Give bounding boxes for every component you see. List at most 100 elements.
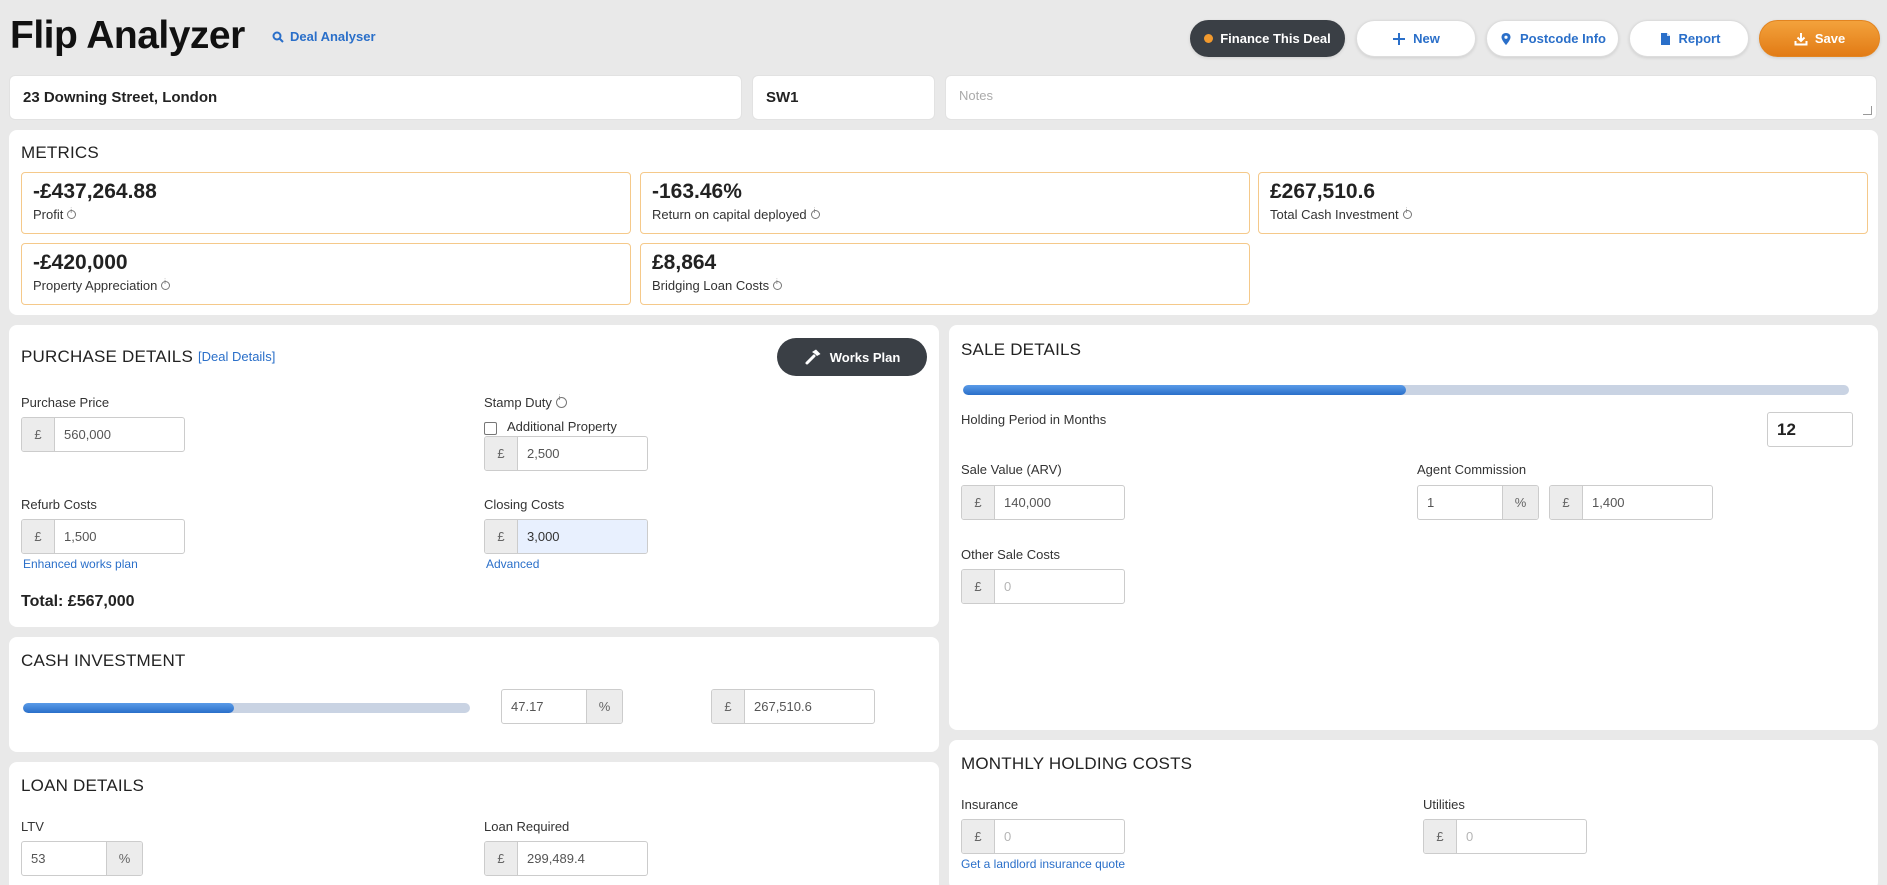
- postcode-field[interactable]: SW1: [752, 75, 935, 120]
- agent-commission-amount-input[interactable]: £ 1,400: [1549, 485, 1713, 520]
- deal-details-link[interactable]: [Deal Details]: [198, 349, 275, 364]
- address-field[interactable]: 23 Downing Street, London: [9, 75, 742, 120]
- landlord-insurance-quote-link[interactable]: Get a landlord insurance quote: [961, 857, 1125, 871]
- currency-prefix: £: [22, 418, 55, 451]
- currency-prefix: £: [1550, 486, 1583, 519]
- stamp-duty-input[interactable]: £ 2,500: [484, 436, 648, 471]
- refurb-costs-input[interactable]: £ 1,500: [21, 519, 185, 554]
- holding-period-slider[interactable]: [963, 385, 1849, 395]
- loan-details-panel: LOAN DETAILS LTV 53 % Loan Required £ 29…: [9, 762, 939, 885]
- metric-roce: -163.46% Return on capital deployed: [640, 172, 1250, 234]
- info-icon[interactable]: [161, 279, 171, 290]
- metrics-title: METRICS: [21, 143, 99, 162]
- info-icon[interactable]: [773, 279, 783, 290]
- finance-deal-button[interactable]: Finance This Deal: [1190, 20, 1345, 57]
- sale-details-panel: SALE DETAILS Holding Period in Months 12…: [949, 325, 1878, 730]
- purchase-price-input[interactable]: £ 560,000: [21, 417, 185, 452]
- metric-bridging-label: Bridging Loan Costs: [652, 278, 770, 293]
- currency-prefix: £: [962, 570, 995, 603]
- metric-total-cash-label: Total Cash Investment: [1270, 207, 1399, 222]
- cash-investment-amount-value: 267,510.6: [754, 699, 812, 714]
- utilities-input[interactable]: £ 0: [1423, 819, 1587, 854]
- cash-investment-slider[interactable]: [23, 703, 470, 713]
- finance-deal-label: Finance This Deal: [1220, 31, 1331, 46]
- sale-value-input[interactable]: £ 140,000: [961, 485, 1125, 520]
- metric-bridging-value: £8,864: [652, 251, 717, 274]
- insurance-placeholder: 0: [1004, 829, 1012, 844]
- ltv-input[interactable]: 53 %: [21, 841, 143, 876]
- info-icon[interactable]: [67, 208, 77, 219]
- info-icon[interactable]: [1402, 208, 1412, 219]
- metric-appreciation: -£420,000 Property Appreciation: [21, 243, 631, 305]
- insurance-input[interactable]: £ 0: [961, 819, 1125, 854]
- closing-costs-value: 3,000: [518, 520, 647, 553]
- cash-investment-percent-input[interactable]: 47.17 %: [501, 689, 623, 724]
- other-sale-costs-input[interactable]: £ 0: [961, 569, 1125, 604]
- currency-prefix: £: [712, 690, 745, 723]
- stamp-duty-label-row: Stamp Duty: [484, 395, 567, 410]
- stamp-duty-value: 2,500: [527, 446, 560, 461]
- new-button[interactable]: New: [1356, 20, 1476, 57]
- notes-textarea[interactable]: Notes: [945, 75, 1877, 120]
- refurb-costs-value: 1,500: [64, 529, 97, 544]
- metric-total-cash-value: £267,510.6: [1270, 180, 1376, 203]
- works-plan-button[interactable]: Works Plan: [777, 338, 927, 376]
- advanced-link[interactable]: Advanced: [486, 557, 539, 571]
- closing-costs-label: Closing Costs: [484, 497, 565, 512]
- percent-suffix: %: [586, 690, 622, 723]
- save-button[interactable]: Save: [1759, 20, 1880, 57]
- holding-period-input[interactable]: 12: [1767, 412, 1853, 447]
- resize-grip-icon[interactable]: [1863, 106, 1872, 115]
- holding-period-value: 12: [1777, 419, 1796, 439]
- metric-roce-label: Return on capital deployed: [652, 207, 807, 222]
- cash-investment-slider-fill: [23, 703, 234, 713]
- other-sale-costs-placeholder: 0: [1004, 579, 1012, 594]
- additional-property-label: Additional Property: [507, 419, 617, 434]
- metrics-panel: METRICS -£437,264.88 Profit -163.46% Ret…: [9, 130, 1878, 315]
- ltv-label: LTV: [21, 819, 44, 834]
- agent-commission-percent-value: 1: [1427, 495, 1435, 510]
- other-sale-costs-label: Other Sale Costs: [961, 547, 1060, 562]
- cash-investment-amount-input[interactable]: £ 267,510.6: [711, 689, 875, 724]
- metric-profit-label: Profit: [33, 207, 64, 222]
- refurb-costs-label: Refurb Costs: [21, 497, 97, 512]
- currency-prefix: £: [485, 842, 518, 875]
- download-icon: [1794, 32, 1808, 45]
- postcode-info-button[interactable]: Postcode Info: [1486, 20, 1619, 57]
- address-value: 23 Downing Street, London: [23, 89, 218, 106]
- hammer-icon: [805, 349, 821, 365]
- purchase-price-value: 560,000: [64, 427, 111, 442]
- metric-profit: -£437,264.88 Profit: [21, 172, 631, 234]
- insurance-label: Insurance: [961, 797, 1019, 812]
- save-label: Save: [1814, 31, 1846, 46]
- purchase-details-panel: PURCHASE DETAILS [Deal Details] Works Pl…: [9, 325, 939, 627]
- ltv-value: 53: [31, 851, 46, 866]
- search-icon: [272, 31, 284, 43]
- report-button[interactable]: Report: [1629, 20, 1749, 57]
- agent-commission-amount-value: 1,400: [1592, 495, 1625, 510]
- info-icon[interactable]: [555, 395, 567, 408]
- map-pin-icon: [1501, 32, 1511, 45]
- loan-required-label: Loan Required: [484, 819, 570, 834]
- cash-investment-percent-value: 47.17: [511, 699, 544, 714]
- stamp-duty-label: Stamp Duty: [484, 395, 552, 410]
- report-label: Report: [1678, 31, 1721, 46]
- loan-required-input[interactable]: £ 299,489.4: [484, 841, 648, 876]
- holding-period-label: Holding Period in Months: [961, 412, 1107, 427]
- monthly-holding-costs-title: MONTHLY HOLDING COSTS: [961, 754, 1193, 773]
- additional-property-checkbox[interactable]: [484, 422, 497, 435]
- purchase-total: Total: £567,000: [21, 593, 135, 610]
- deal-analyser-label: Deal Analyser: [290, 29, 376, 44]
- metric-bridging: £8,864 Bridging Loan Costs: [640, 243, 1250, 305]
- info-icon[interactable]: [810, 208, 820, 219]
- status-dot-icon: [1204, 34, 1214, 43]
- utilities-placeholder: 0: [1466, 829, 1474, 844]
- deal-analyser-link[interactable]: Deal Analyser: [272, 29, 376, 44]
- loan-required-value: 299,489.4: [527, 851, 585, 866]
- agent-commission-percent-input[interactable]: 1 %: [1417, 485, 1539, 520]
- closing-costs-input[interactable]: £ 3,000: [484, 519, 648, 554]
- enhanced-works-plan-link[interactable]: Enhanced works plan: [23, 557, 138, 571]
- loan-details-title: LOAN DETAILS: [21, 776, 145, 795]
- cash-investment-panel: CASH INVESTMENT 47.17 % £ 267,510.6: [9, 637, 939, 752]
- monthly-holding-costs-panel: MONTHLY HOLDING COSTS Insurance £ 0 Get …: [949, 740, 1878, 885]
